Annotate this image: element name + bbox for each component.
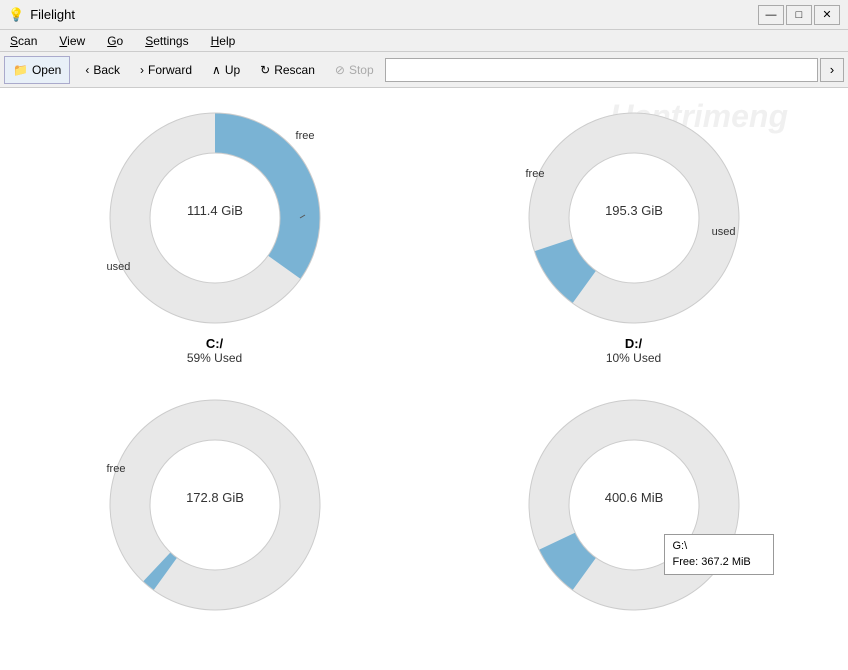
svg-text:195.3 GiB: 195.3 GiB [605, 203, 663, 218]
used-label-d: used [712, 226, 736, 238]
menu-view[interactable]: View [53, 32, 91, 50]
drive-percent-c: 59% Used [187, 351, 242, 365]
window-controls: — □ ✕ [758, 5, 840, 25]
stop-icon: ⊘ [335, 63, 345, 77]
rescan-button[interactable]: ↻ Rescan [251, 56, 324, 84]
free-label-c: free [296, 130, 315, 142]
menu-settings[interactable]: Settings [139, 32, 194, 50]
menu-bar: Scan View Go Settings Help [0, 30, 848, 52]
address-go-button[interactable]: › [820, 58, 844, 82]
drive-letter-c: C:/ [206, 336, 223, 351]
drive-percent-d: 10% Used [606, 351, 661, 365]
app-icon: 💡 [8, 7, 24, 23]
menu-scan[interactable]: Scan [4, 32, 43, 50]
donut-chart-e: 172.8 GiB [105, 395, 325, 615]
drive-g[interactable]: 400.6 MiB G:\ Free: 367.2 MiB [429, 385, 838, 633]
up-icon: ∧ [212, 63, 221, 77]
minimize-button[interactable]: — [758, 5, 784, 25]
app-title: Filelight [30, 7, 75, 22]
donut-chart-g: 400.6 MiB [524, 395, 744, 615]
drive-letter-d: D:/ [625, 336, 642, 351]
tooltip-free-g: Free: 367.2 MiB [673, 555, 765, 570]
chart-g: 400.6 MiB G:\ Free: 367.2 MiB [524, 395, 744, 615]
tooltip-g: G:\ Free: 367.2 MiB [664, 534, 774, 575]
forward-button[interactable]: › Forward [131, 56, 201, 84]
tooltip-title-g: G:\ [673, 539, 765, 554]
menu-go[interactable]: Go [101, 32, 129, 50]
back-icon: ‹ [85, 63, 89, 77]
chart-e: 172.8 GiB free [105, 395, 325, 615]
stop-button[interactable]: ⊘ Stop [326, 56, 383, 84]
up-button[interactable]: ∧ Up [203, 56, 249, 84]
close-button[interactable]: ✕ [814, 5, 840, 25]
main-content: Uentrimeng 111.4 [0, 88, 848, 670]
used-label-c: used [107, 261, 131, 273]
svg-text:111.4 GiB: 111.4 GiB [187, 203, 243, 218]
forward-icon: › [140, 63, 144, 77]
donut-chart-c: 111.4 GiB [105, 108, 325, 328]
free-label-d: free [526, 168, 545, 180]
address-bar[interactable] [385, 58, 818, 82]
open-button[interactable]: 📁 Open [4, 56, 70, 84]
free-label-e: free [107, 463, 126, 475]
drive-d[interactable]: 195.3 GiB free used D:/ 10% Used [429, 98, 838, 375]
title-bar: 💡 Filelight — □ ✕ [0, 0, 848, 30]
svg-text:400.6 MiB: 400.6 MiB [604, 490, 663, 505]
folder-icon: 📁 [13, 63, 28, 77]
chart-c: 111.4 GiB free used [105, 108, 325, 328]
drive-e[interactable]: 172.8 GiB free [10, 385, 419, 633]
menu-help[interactable]: Help [205, 32, 242, 50]
rescan-icon: ↻ [260, 63, 270, 77]
back-button[interactable]: ‹ Back [76, 56, 129, 84]
maximize-button[interactable]: □ [786, 5, 812, 25]
drive-grid: 111.4 GiB free used C:/ 59% Used [0, 88, 848, 643]
chart-d: 195.3 GiB free used [524, 108, 744, 328]
svg-text:172.8 GiB: 172.8 GiB [186, 490, 244, 505]
donut-chart-d: 195.3 GiB [524, 108, 744, 328]
toolbar: 📁 Open ‹ Back › Forward ∧ Up ↻ Rescan ⊘ … [0, 52, 848, 88]
drive-c[interactable]: 111.4 GiB free used C:/ 59% Used [10, 98, 419, 375]
